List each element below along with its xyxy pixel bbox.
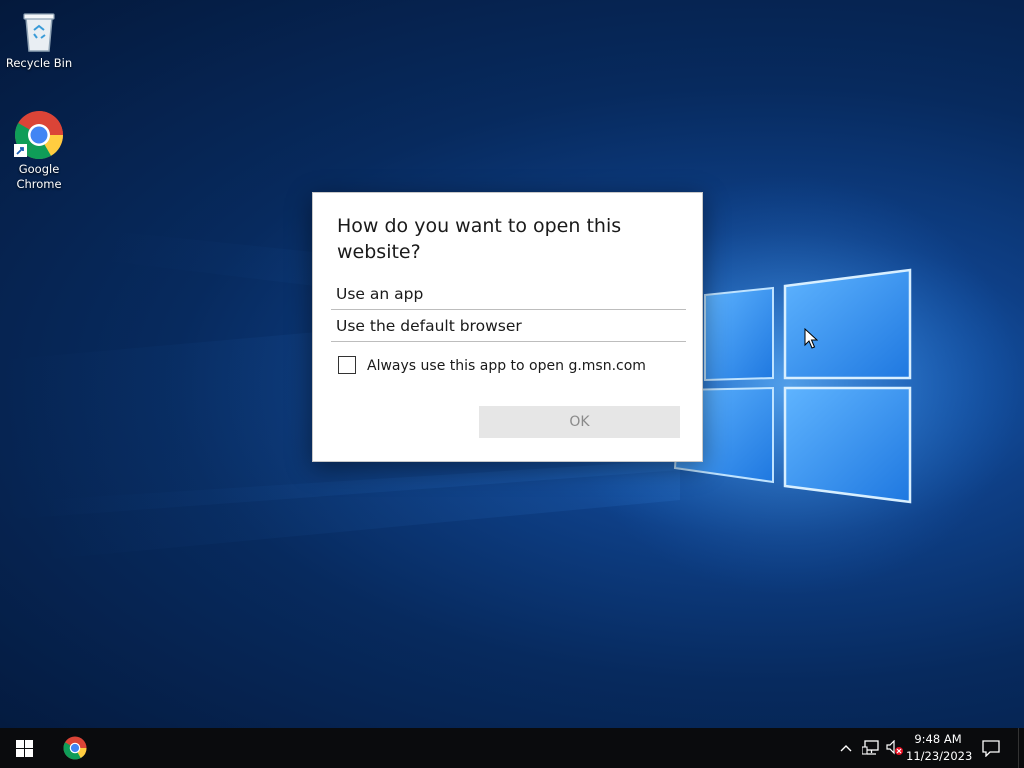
mouse-cursor-icon [804,328,818,349]
recycle-bin-icon [23,13,55,52]
taskbar-chrome-button[interactable] [52,728,98,768]
windows-logo-icon [15,739,33,757]
taskbar-clock[interactable]: 9:48 AM 11/23/2023 [906,731,973,765]
clock-date: 11/23/2023 [906,749,973,763]
show-desktop-button[interactable] [1018,728,1024,768]
chrome-icon [63,736,87,760]
tray-show-hidden-button[interactable] [838,728,854,768]
desktop: Recycle Bin Google Chrome How do you wan… [0,0,1024,728]
option-use-default-browser[interactable]: Use the default browser [331,311,686,342]
tray-volume-button[interactable] [884,728,906,768]
option-use-an-app[interactable]: Use an app [331,279,686,310]
open-with-dialog: How do you want to open this website? Us… [312,192,703,462]
always-use-checkbox[interactable] [338,356,356,374]
clock-time: 9:48 AM [914,732,962,746]
start-button[interactable] [0,728,48,768]
desktop-icon-recycle-bin[interactable]: Recycle Bin [1,8,77,71]
network-icon [862,740,879,755]
volume-muted-icon [886,740,903,755]
tray-network-button[interactable] [860,728,882,768]
desktop-icon-label: Recycle Bin [5,56,73,70]
action-center-button[interactable] [974,728,1008,768]
chevron-up-icon [840,745,852,752]
chrome-icon [14,111,64,160]
desktop-icon-label: Google Chrome [16,162,62,191]
desktop-icon-google-chrome[interactable]: Google Chrome [1,110,77,192]
ok-button[interactable]: OK [479,406,680,438]
taskbar: 9:48 AM 11/23/2023 [0,728,1024,768]
action-center-icon [982,739,1000,757]
always-use-label: Always use this app to open g.msn.com [367,358,646,374]
dialog-title: How do you want to open this website? [337,215,622,263]
